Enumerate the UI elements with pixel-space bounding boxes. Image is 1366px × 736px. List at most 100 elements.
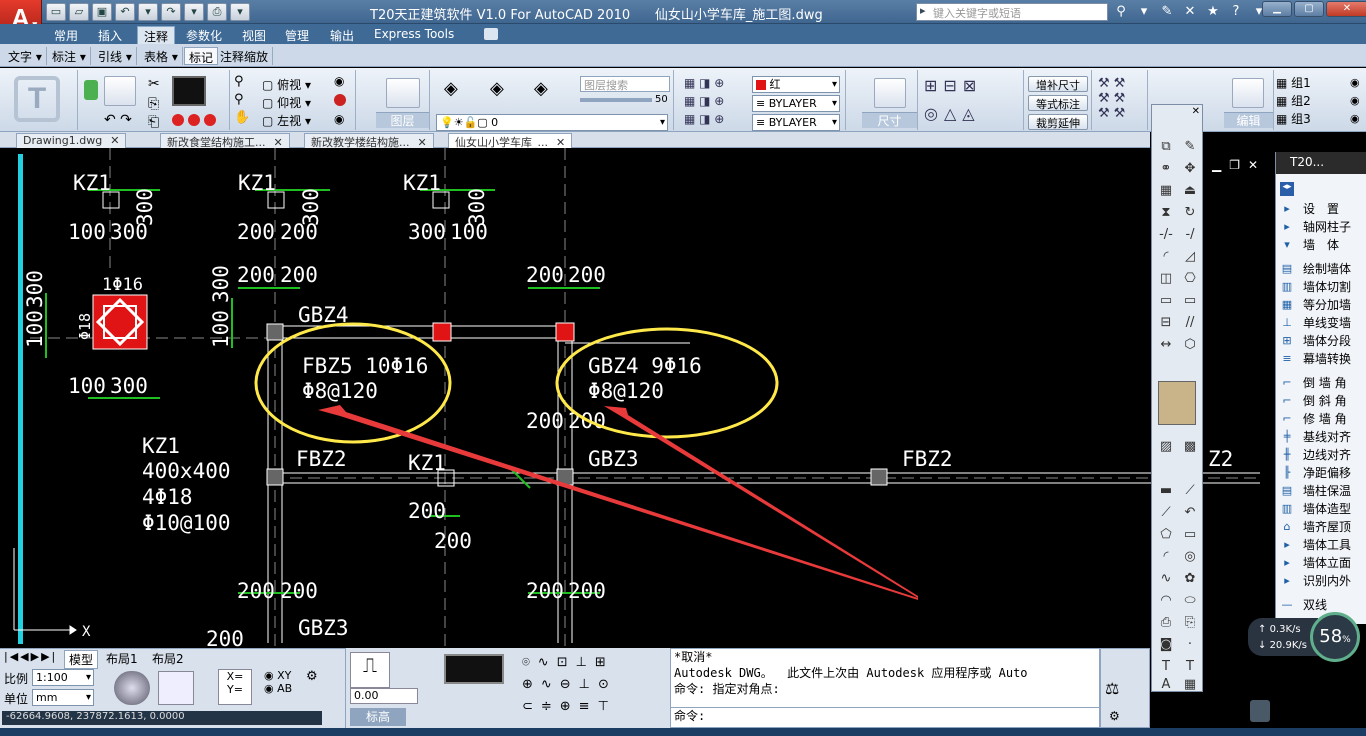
view-left-button[interactable]: ▢ 左视 ▾ [262, 112, 311, 129]
undo-redo-icon[interactable]: ↶ ↷ [104, 112, 132, 128]
undo-icon[interactable]: ↶ [115, 3, 135, 21]
copy-tool-icon[interactable]: ⧉ [1158, 139, 1174, 155]
move-tool-icon[interactable]: ✥ [1182, 161, 1198, 177]
elevation-input[interactable]: 0.00 [350, 688, 418, 704]
status-gear-icon[interactable]: ⚙ [306, 669, 318, 684]
t20-menu-item-9[interactable]: ⌐ 倒 墙 角 [1275, 374, 1366, 392]
annotation-scale-icon[interactable]: ⚖ [1105, 679, 1119, 698]
polyline-tool-icon[interactable]: ⟋ [1158, 505, 1174, 521]
t20-menu-item-14[interactable]: ╟ 净距偏移 [1275, 464, 1366, 482]
explode-tool-icon[interactable]: ⎔ [1182, 271, 1198, 287]
favorites-icon[interactable]: ★ [1204, 3, 1222, 21]
preview-icon[interactable] [444, 654, 504, 684]
t20-menu-item-11[interactable]: ⌐ 修 墙 角 [1275, 410, 1366, 428]
subtab-table[interactable]: 表格 ▾ [140, 47, 183, 65]
attribute-tool-icon[interactable]: A [1158, 677, 1174, 693]
kz1-section[interactable] [92, 294, 148, 350]
globe-icon[interactable] [114, 671, 150, 705]
layout-nav-icons[interactable]: |◀◀▶▶| [4, 650, 57, 663]
copy-icon[interactable]: ⎘ [148, 96, 159, 112]
t20-menu-item-5[interactable]: ▦ 等分加墙 [1275, 296, 1366, 314]
search-input[interactable]: 键入关键字或短语 [916, 3, 1108, 21]
trim-tool-icon[interactable]: -/- [1158, 227, 1174, 243]
workspace-gear-icon[interactable]: ⚙ [1109, 709, 1120, 723]
snap-tools-icons[interactable]: ⌾∿⊡⊥⊞ ⊕∿⊖⊥⊙ ⊂≑⊕≡⊤ [522, 652, 617, 718]
scale-tool-icon[interactable]: ◫ [1158, 271, 1174, 287]
undo-draw-icon[interactable]: ↶ [1182, 505, 1198, 521]
tab-output[interactable]: 输出 [324, 26, 360, 44]
arc-tool-icon[interactable]: ◜ [1158, 549, 1174, 565]
layer-search-input[interactable]: 图层搜索 [580, 76, 670, 92]
subtab-annoscale[interactable]: 注释缩放 [216, 47, 274, 65]
red-dots-icon[interactable] [172, 114, 226, 128]
t20-logo-icon[interactable]: T [14, 76, 60, 122]
binoculars-icon[interactable]: ⚲ [1112, 3, 1130, 21]
pan-icon[interactable]: ✋ [234, 110, 250, 125]
paste-icon[interactable]: ⎗ [148, 114, 159, 130]
t20-menu-item-12[interactable]: ╪ 基线对齐 [1275, 428, 1366, 446]
t20-menu-item-10[interactable]: ⌐ 倒 斜 角 [1275, 392, 1366, 410]
extend-tool-icon[interactable]: -/ [1182, 227, 1198, 243]
subtab-mark[interactable]: 标记 [184, 47, 219, 65]
layer-props-icons[interactable]: ▦ ◨ ⊕ [684, 94, 724, 108]
subtab-dimension[interactable]: 标注 ▾ [48, 47, 91, 65]
t20-menu-item-8[interactable]: ≡ 幕墙转换 [1275, 350, 1366, 368]
eye-icon[interactable]: ◉ [334, 74, 344, 88]
current-layer-select[interactable]: 💡☀🔓▢ 0 [436, 114, 668, 131]
monitor-icon[interactable] [158, 671, 194, 705]
no-entry-icon[interactable] [334, 94, 346, 106]
t20-menu-item-13[interactable]: ╫ 边线对齐 [1275, 446, 1366, 464]
scissors-icon[interactable]: ✂ [148, 76, 160, 92]
people-icon[interactable] [1232, 78, 1264, 108]
layer-stack-icon[interactable] [386, 78, 420, 108]
redo-icon[interactable]: ↷ [161, 3, 181, 21]
group-3-item[interactable]: ▦ 组3 [1276, 110, 1311, 127]
t20-menu-item-4[interactable]: ▥ 墙体切割 [1275, 278, 1366, 296]
memory-percent[interactable]: 58% [1310, 612, 1360, 662]
clipboard-icon[interactable] [1250, 700, 1270, 722]
undo-dropdown-icon[interactable]: ▾ [138, 3, 158, 21]
maximize-button[interactable]: ▢ [1294, 1, 1324, 17]
cad-drawing[interactable]: KZ1 KZ1 KZ1 KZ1 KZ1 100 300 200 200 300 … [0, 148, 1275, 648]
xy-tools-icon[interactable]: ◉ XY ◉ AB [264, 669, 292, 695]
t20-menu-item-0[interactable]: ▸ 设 置 [1275, 200, 1366, 218]
command-window[interactable]: *取消* Autodesk DWG。 此文件上次由 Autodesk 应用程序或… [670, 648, 1100, 728]
t20-menu-item-6[interactable]: ⊥ 单线变墙 [1275, 314, 1366, 332]
doc-tab-teaching-building[interactable]: 新改教学楼结构施... ✕ [304, 133, 434, 149]
communication-icon[interactable]: ✎ [1158, 3, 1176, 21]
subtab-leader[interactable]: 引线 ▾ [94, 47, 137, 65]
linetype-select[interactable]: ≡ BYLAYER [752, 95, 840, 112]
command-input[interactable]: 命令: [671, 707, 1099, 725]
tools-icon[interactable]: ✕ [1181, 3, 1199, 21]
tab-express-tools[interactable]: Express Tools [368, 26, 460, 44]
t20-menu-item-15[interactable]: ▤ 墙柱保温 [1275, 482, 1366, 500]
view-top-button[interactable]: ▢ 俯视 ▾ [262, 76, 311, 93]
close-tab-icon[interactable]: ✕ [110, 134, 119, 147]
group-2-item[interactable]: ▦ 组2 [1276, 92, 1311, 109]
dimension-icon[interactable] [874, 78, 906, 108]
dim-tools-icons-row1[interactable]: ⊞⊟⊠ [924, 76, 982, 95]
color-picker-icon[interactable] [1158, 381, 1196, 425]
color-select[interactable]: 红 [752, 76, 840, 93]
xy-swap-icon[interactable]: X= Y= [218, 669, 252, 705]
block-tool-icon[interactable]: ⎙ [1158, 615, 1174, 631]
ribbon-minimize-icon[interactable] [484, 28, 498, 40]
t20-menu-item-16[interactable]: ▥ 墙体造型 [1275, 500, 1366, 518]
match-props-icons[interactable]: ▦ ◨ ⊕ [684, 76, 724, 90]
layer-states-icon[interactable]: ◈ [444, 78, 458, 99]
add-dimension-button[interactable]: 增补尺寸 [1028, 76, 1088, 92]
lock-props-icons[interactable]: ▦ ◨ ⊕ [684, 112, 724, 126]
tab-insert[interactable]: 插入 [92, 26, 128, 44]
t20-menu-item-19[interactable]: ▸ 墙体立面 [1275, 554, 1366, 572]
tab-annotate[interactable]: 注释 [137, 26, 176, 44]
viewport-icon[interactable] [172, 76, 206, 106]
doc-tab-drawing1[interactable]: Drawing1.dwg ✕ [16, 133, 127, 148]
zoom-window-icon[interactable]: ⚲ [234, 92, 244, 107]
drawing-minimize-icon[interactable]: ▁ [1212, 158, 1221, 172]
tab-manage[interactable]: 管理 [279, 26, 315, 44]
array-tool-icon[interactable]: ▦ [1158, 183, 1174, 199]
subscription-icon[interactable]: ▾ [1135, 3, 1153, 21]
brush-tool-icon[interactable]: ✎ [1182, 139, 1198, 155]
subtab-text[interactable]: 文字 ▾ [4, 47, 47, 65]
gradient-tool-icon[interactable]: ▩ [1182, 439, 1198, 455]
